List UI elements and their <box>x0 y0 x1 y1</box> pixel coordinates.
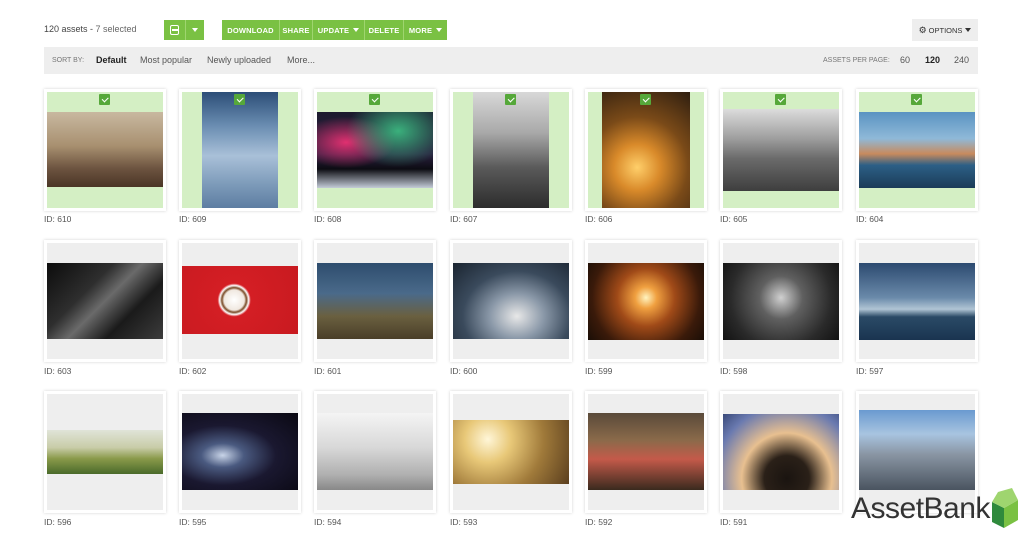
asset-card[interactable] <box>450 240 572 362</box>
asset-thumbnail <box>859 263 975 340</box>
sort-bar: SORT BY: Default Most popular Newly uplo… <box>44 47 978 74</box>
asset-card[interactable] <box>179 391 301 513</box>
assetbank-logo-icon <box>992 488 1018 528</box>
asset-thumbnail <box>588 263 704 340</box>
asset-thumbnail <box>317 263 433 339</box>
checkbox-checked-icon[interactable] <box>99 94 110 105</box>
asset-card[interactable] <box>585 240 707 362</box>
asset-thumbnail <box>47 430 163 474</box>
more-button[interactable]: MORE <box>404 20 447 40</box>
asset-id: ID: 602 <box>179 366 207 376</box>
asset-card[interactable] <box>44 391 166 513</box>
asset-thumbnail <box>859 410 975 490</box>
asset-card[interactable] <box>44 240 166 362</box>
sort-most-popular[interactable]: Most popular <box>140 55 192 65</box>
asset-thumbnail <box>588 413 704 490</box>
asset-thumbnail <box>47 112 163 187</box>
asset-count: 120 assets - 7 selected <box>44 24 137 34</box>
asset-id: ID: 603 <box>44 366 72 376</box>
asset-thumbnail <box>723 263 839 340</box>
sort-newly-uploaded[interactable]: Newly uploaded <box>207 55 271 65</box>
asset-thumbnail <box>317 112 433 188</box>
asset-card[interactable] <box>856 240 978 362</box>
asset-card[interactable] <box>314 240 436 362</box>
toolbar: 120 assets - 7 selected DOWNLOAD SHARE U… <box>0 0 1024 44</box>
asset-thumbnail <box>453 420 569 484</box>
per-page-240[interactable]: 240 <box>954 55 969 65</box>
per-page-60[interactable]: 60 <box>900 55 910 65</box>
per-page-label: ASSETS PER PAGE: <box>823 57 890 64</box>
asset-id: ID: 592 <box>585 517 613 527</box>
asset-thumbnail <box>723 414 839 490</box>
sort-more[interactable]: More... <box>287 55 315 65</box>
selected-count: 7 selected <box>95 24 137 34</box>
asset-thumbnail <box>47 263 163 339</box>
asset-id: ID: 607 <box>450 214 478 224</box>
per-page-120[interactable]: 120 <box>925 55 940 65</box>
asset-thumbnail <box>453 263 569 339</box>
asset-id: ID: 606 <box>585 214 613 224</box>
select-button-group <box>164 20 204 40</box>
checkbox-checked-icon[interactable] <box>234 94 245 105</box>
asset-id: ID: 591 <box>720 517 748 527</box>
asset-card[interactable] <box>450 89 572 211</box>
asset-thumbnail <box>182 266 298 334</box>
asset-id: ID: 600 <box>450 366 478 376</box>
asset-id: ID: 605 <box>720 214 748 224</box>
caret-down-icon <box>436 28 443 32</box>
select-dropdown-button[interactable] <box>186 20 204 40</box>
checkbox-checked-icon[interactable] <box>775 94 786 105</box>
asset-id: ID: 598 <box>720 366 748 376</box>
asset-card[interactable] <box>450 391 572 513</box>
caret-down-icon <box>965 28 972 32</box>
checkbox-checked-icon[interactable] <box>911 94 922 105</box>
delete-button[interactable]: DELETE <box>365 20 404 40</box>
asset-thumbnail <box>473 92 549 208</box>
asset-card[interactable] <box>314 89 436 211</box>
checkbox-checked-icon[interactable] <box>505 94 516 105</box>
asset-card[interactable] <box>585 391 707 513</box>
update-button[interactable]: UPDATE <box>313 20 365 40</box>
sort-default[interactable]: Default <box>96 55 127 65</box>
download-button[interactable]: DOWNLOAD <box>222 20 280 40</box>
asset-id: ID: 594 <box>314 517 342 527</box>
asset-card[interactable] <box>314 391 436 513</box>
sort-by-label: SORT BY: <box>52 57 85 64</box>
asset-id: ID: 601 <box>314 366 342 376</box>
deselect-icon <box>170 25 179 35</box>
caret-down-icon <box>192 28 198 32</box>
asset-card[interactable] <box>720 89 842 211</box>
asset-id: ID: 593 <box>450 517 478 527</box>
asset-card[interactable] <box>585 89 707 211</box>
checkbox-checked-icon[interactable] <box>640 94 651 105</box>
asset-id: ID: 609 <box>179 214 207 224</box>
asset-id: ID: 595 <box>179 517 207 527</box>
asset-id: ID: 596 <box>44 517 72 527</box>
gear-icon: ⚙ <box>918 24 927 35</box>
asset-card[interactable] <box>720 391 842 513</box>
asset-id: ID: 599 <box>585 366 613 376</box>
asset-thumbnail <box>859 112 975 188</box>
asset-card[interactable] <box>720 240 842 362</box>
asset-thumbnail <box>723 109 839 191</box>
asset-thumbnail <box>602 92 690 208</box>
asset-card[interactable] <box>179 89 301 211</box>
asset-thumbnail <box>202 92 278 208</box>
asset-id: ID: 610 <box>44 214 72 224</box>
select-toggle-button[interactable] <box>164 20 186 40</box>
caret-down-icon <box>353 28 360 32</box>
options-button[interactable]: ⚙ OPTIONS <box>912 19 978 41</box>
assetbank-logo-text: AssetBank <box>851 492 990 525</box>
asset-card[interactable] <box>856 89 978 211</box>
asset-thumbnail <box>182 413 298 490</box>
asset-id: ID: 608 <box>314 214 342 224</box>
asset-card[interactable] <box>179 240 301 362</box>
asset-id: ID: 597 <box>856 366 884 376</box>
share-button[interactable]: SHARE <box>280 20 313 40</box>
action-button-group: DOWNLOAD SHARE UPDATE DELETE MORE <box>222 20 447 40</box>
asset-card[interactable] <box>44 89 166 211</box>
asset-thumbnail <box>317 413 433 490</box>
asset-id: ID: 604 <box>856 214 884 224</box>
checkbox-checked-icon[interactable] <box>369 94 380 105</box>
